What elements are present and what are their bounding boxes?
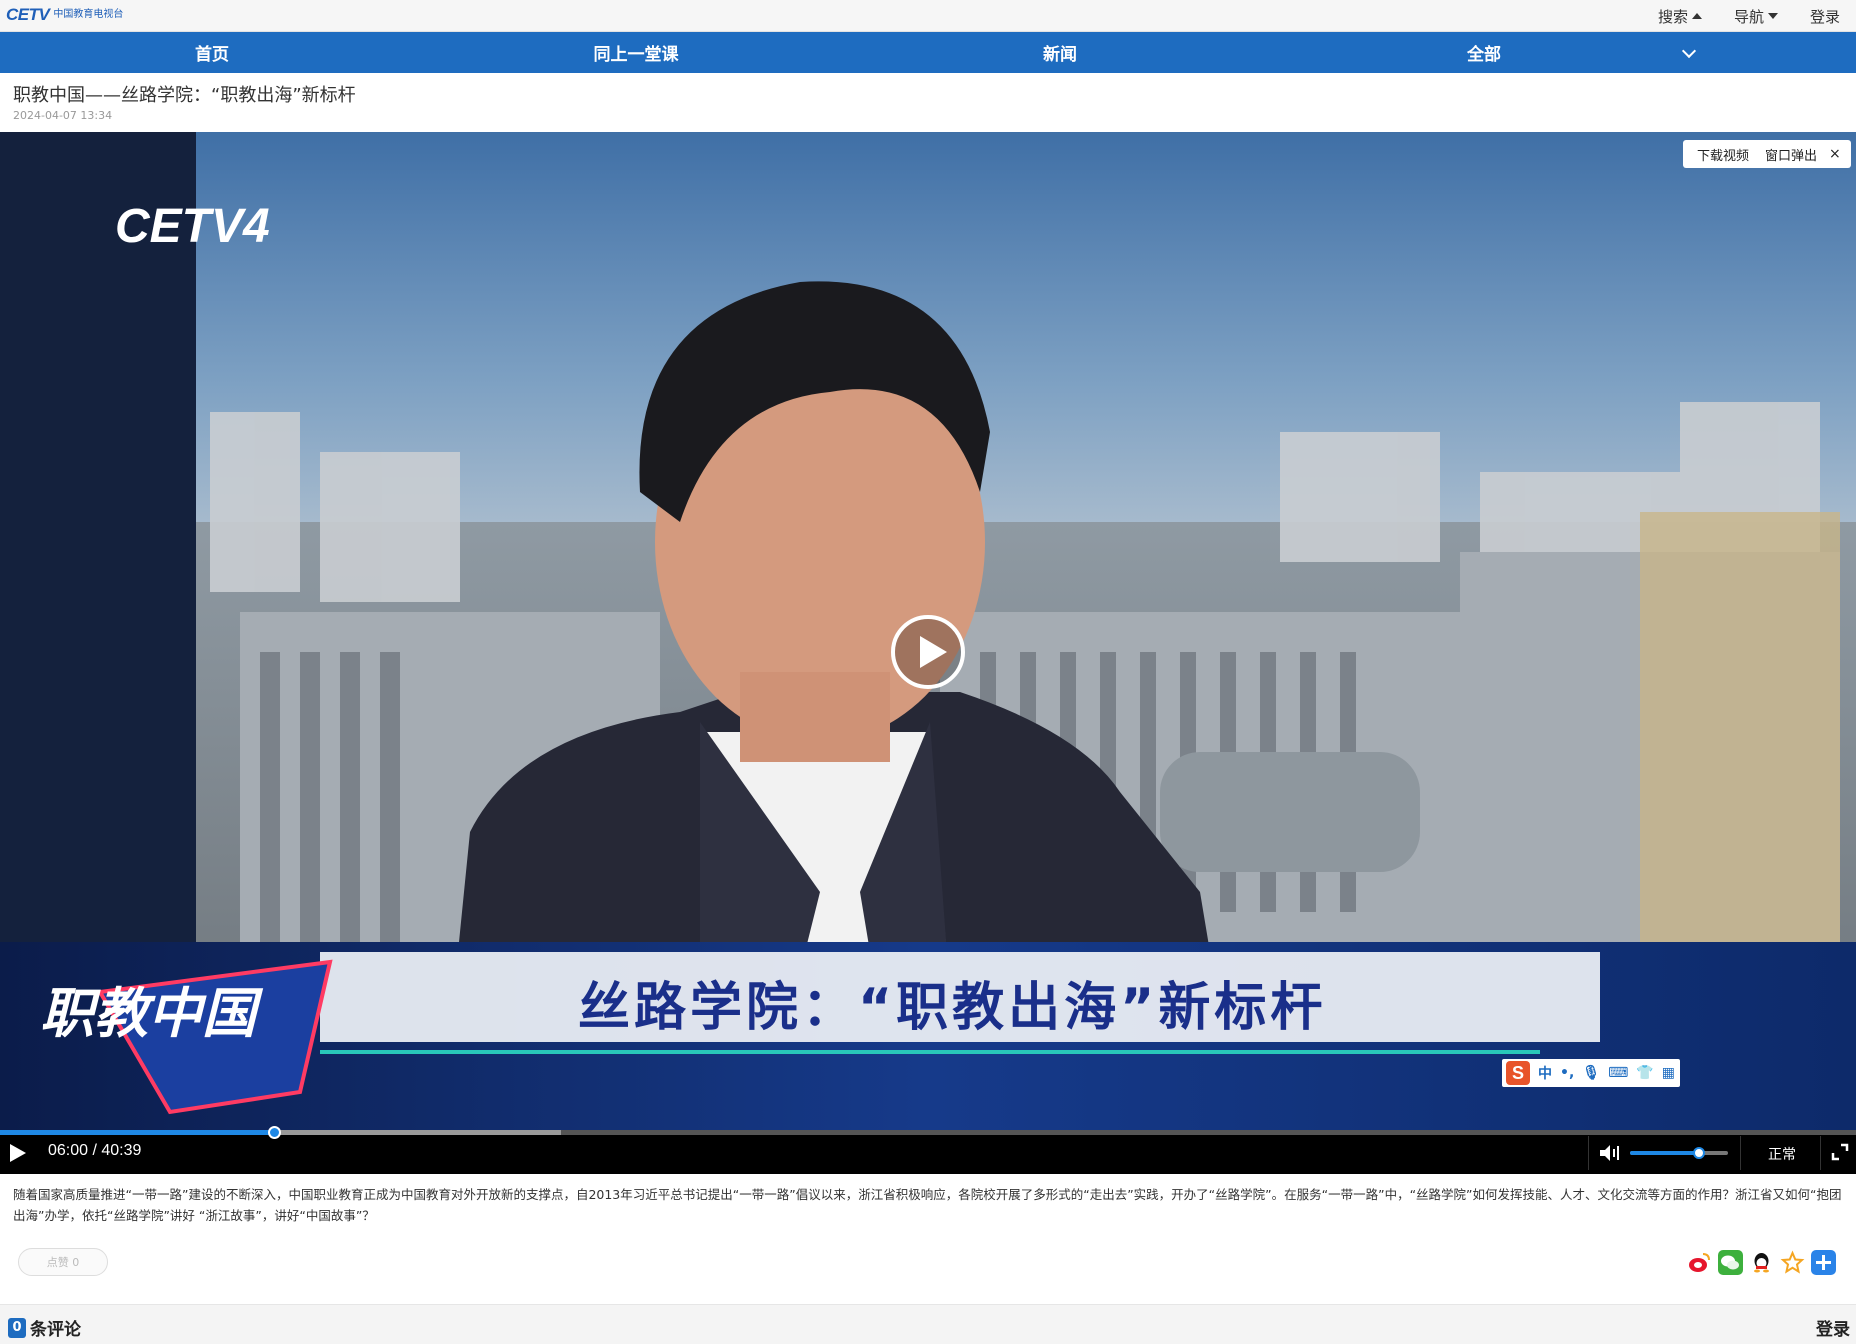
weibo-icon[interactable] <box>1687 1250 1712 1275</box>
play-icon <box>920 636 947 668</box>
search-label: 搜索 <box>1657 7 1688 26</box>
volume-level <box>1630 1151 1699 1155</box>
comment-count-label: 条评论 <box>30 1320 81 1340</box>
popout-window-button[interactable]: 窗口弹出 <box>1757 145 1825 164</box>
logo-subtitle: 中国教育电视台 <box>53 9 124 20</box>
download-video-button[interactable]: 下载视频 <box>1689 145 1757 164</box>
video-banner-caption: 丝路学院：“职教出海”新标杆 <box>578 978 1327 1038</box>
ime-mode[interactable]: 中 <box>1538 1063 1552 1083</box>
nav-item-same-class[interactable]: 同上一堂课 <box>424 32 848 73</box>
search-menu[interactable]: 搜索 <box>1642 6 1718 27</box>
share-bar <box>1687 1250 1836 1275</box>
progress-handle[interactable] <box>267 1126 281 1139</box>
video-player[interactable]: CETV4 职教中国 丝路学院：“职教出海”新标杆 S 中 •, 🎙 ⌨ 👕 ▦… <box>0 132 1856 1174</box>
volume-handle[interactable] <box>1692 1147 1705 1159</box>
fullscreen-icon[interactable] <box>1830 1142 1850 1162</box>
progress-bar[interactable] <box>0 1126 1856 1139</box>
play-icon[interactable] <box>10 1144 26 1162</box>
nav-item-news[interactable]: 新闻 <box>848 32 1272 73</box>
comment-login-link[interactable]: 登录 <box>1816 1315 1850 1340</box>
video-tools: 下载视频 窗口弹出 × <box>1683 140 1851 168</box>
comment-count: 0 条评论 <box>8 1315 81 1340</box>
cetv-logo[interactable]: CETV 中国教育电视台 <box>6 4 123 26</box>
caret-up-icon <box>1691 13 1702 19</box>
tools-grid-icon[interactable]: ▦ <box>1662 1065 1675 1081</box>
top-links: 搜索 导航 登录 <box>1642 0 1856 32</box>
comment-count-badge: 0 <box>8 1317 26 1338</box>
divider <box>1588 1136 1589 1170</box>
nav-item-home[interactable]: 首页 <box>0 32 424 73</box>
wechat-icon[interactable] <box>1718 1250 1743 1275</box>
volume-icon[interactable] <box>1598 1143 1620 1163</box>
close-icon[interactable]: × <box>1825 146 1845 162</box>
logo-mark: CETV <box>6 5 50 24</box>
channel-logo: CETV4 <box>115 200 270 253</box>
microphone-icon[interactable]: 🎙 <box>1582 1065 1600 1081</box>
nav-item-all[interactable]: 全部 <box>1272 32 1696 73</box>
skin-icon[interactable]: 👕 <box>1636 1065 1653 1081</box>
volume-slider[interactable] <box>1630 1147 1728 1159</box>
divider <box>1740 1136 1741 1170</box>
favorite-icon[interactable] <box>1780 1250 1805 1275</box>
ime-logo-icon: S <box>1506 1061 1530 1085</box>
main-nav: 首页 同上一堂课 新闻 全部 <box>0 32 1856 73</box>
qq-icon[interactable] <box>1749 1250 1774 1275</box>
time-display: 06:00 / 40:39 <box>48 1142 142 1159</box>
top-bar: CETV 中国教育电视台 搜索 导航 登录 <box>0 0 1856 32</box>
punctuation-icon[interactable]: •, <box>1560 1065 1574 1081</box>
big-play-button[interactable] <box>891 615 965 689</box>
article-header: 职教中国——丝路学院：“职教出海”新标杆 2024-04-07 13:34 <box>0 73 1856 132</box>
playback-speed-button[interactable]: 正常 <box>1768 1144 1796 1164</box>
more-share-icon[interactable] <box>1811 1250 1836 1275</box>
ime-toolbar[interactable]: S 中 •, 🎙 ⌨ 👕 ▦ <box>1502 1059 1680 1087</box>
login-link[interactable]: 登录 <box>1794 6 1856 27</box>
nav-label: 导航 <box>1733 7 1764 26</box>
caret-down-icon <box>1767 13 1778 19</box>
like-button[interactable]: 点赞 0 <box>18 1248 108 1276</box>
description-section: 随着国家高质量推进“一带一路”建设的不断深入，中国职业教育正成为中国教育对外开放… <box>0 1174 1856 1304</box>
publish-date: 2024-04-07 13:34 <box>13 109 113 122</box>
comment-bar: 0 条评论 登录 <box>0 1304 1856 1344</box>
nav-menu[interactable]: 导航 <box>1718 6 1794 27</box>
divider <box>1820 1136 1821 1170</box>
played-bar <box>0 1130 274 1135</box>
keyboard-icon[interactable]: ⌨ <box>1608 1065 1628 1081</box>
program-logo: 职教中国 <box>40 982 264 1045</box>
video-controls <box>0 1132 1856 1174</box>
video-description: 随着国家高质量推进“一带一路”建设的不断深入，中国职业教育正成为中国教育对外开放… <box>13 1187 1842 1223</box>
page-title: 职教中国——丝路学院：“职教出海”新标杆 <box>13 85 356 106</box>
